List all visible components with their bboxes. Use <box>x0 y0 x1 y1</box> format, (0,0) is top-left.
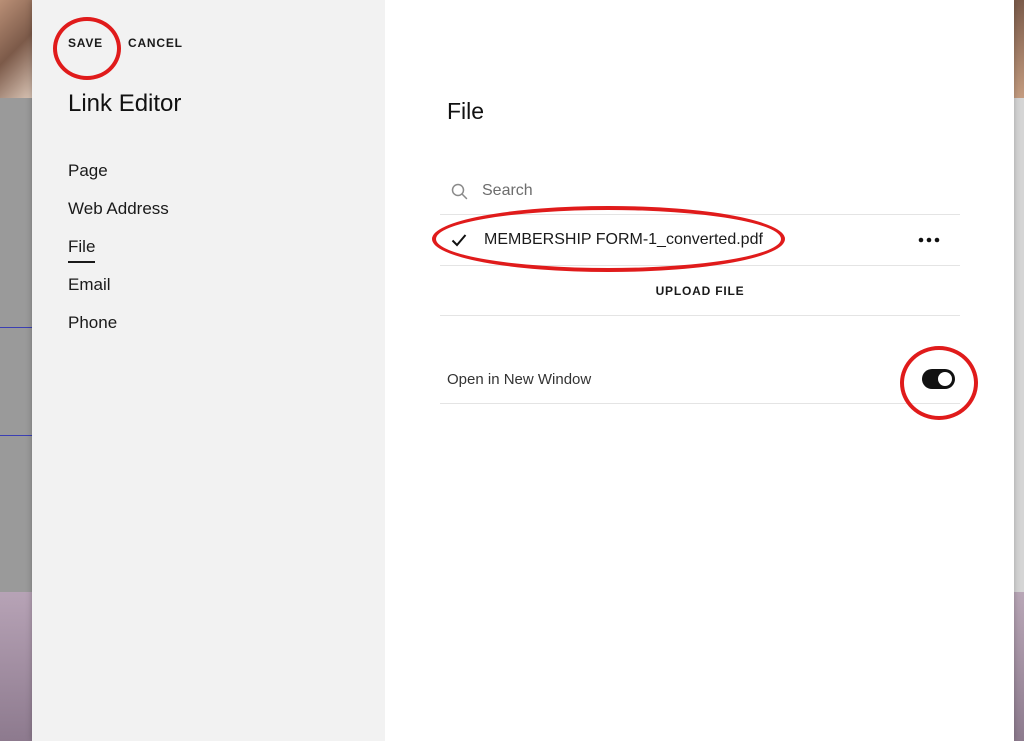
open-new-window-label: Open in New Window <box>447 370 592 388</box>
file-list-item[interactable]: MEMBERSHIP FORM-1_converted.pdf <box>440 215 960 266</box>
sidebar-item-email[interactable]: Email <box>68 274 169 312</box>
link-editor-dialog: SAVE CANCEL Link Editor Page Web Address… <box>32 0 1014 741</box>
search-icon <box>450 182 468 200</box>
sidebar-item-page[interactable]: Page <box>68 160 169 198</box>
background-divider <box>0 327 32 328</box>
sidebar-item-file[interactable]: File <box>68 236 169 274</box>
sidebar-item-label: Web Address <box>68 199 169 218</box>
sidebar-item-label: Email <box>68 275 111 294</box>
toggle-knob <box>938 372 952 386</box>
background-image-block <box>0 592 32 741</box>
check-icon <box>450 231 468 249</box>
upload-row: UPLOAD FILE <box>440 266 960 316</box>
file-search-row <box>440 168 960 215</box>
file-name: MEMBERSHIP FORM-1_converted.pdf <box>484 231 763 248</box>
dialog-actions: SAVE CANCEL <box>68 36 183 50</box>
background-image-thumb <box>1014 0 1024 98</box>
upload-file-button[interactable]: UPLOAD FILE <box>656 284 745 298</box>
more-horizontal-icon[interactable] <box>914 230 944 250</box>
sidebar-item-label: File <box>68 236 96 263</box>
link-type-nav: Page Web Address File Email Phone <box>68 160 169 350</box>
background-image-thumb <box>0 0 32 98</box>
file-panel: File MEMBERSHIP FORM-1_converted.pdf UPL… <box>385 0 1014 741</box>
sidebar-item-label: Phone <box>68 313 118 332</box>
background-image-block <box>1014 592 1024 741</box>
save-button[interactable]: SAVE <box>68 36 103 50</box>
sidebar-item-web-address[interactable]: Web Address <box>68 198 169 236</box>
link-type-sidebar: SAVE CANCEL Link Editor Page Web Address… <box>32 0 385 741</box>
sidebar-item-phone[interactable]: Phone <box>68 312 169 350</box>
sidebar-item-label: Page <box>68 161 108 180</box>
open-new-window-row: Open in New Window <box>440 355 960 404</box>
panel-title: File <box>447 98 485 124</box>
open-new-window-toggle[interactable] <box>922 369 955 389</box>
cancel-button[interactable]: CANCEL <box>128 36 183 50</box>
dialog-title: Link Editor <box>68 90 182 117</box>
background-divider <box>0 435 32 436</box>
file-search-input[interactable] <box>482 182 902 200</box>
